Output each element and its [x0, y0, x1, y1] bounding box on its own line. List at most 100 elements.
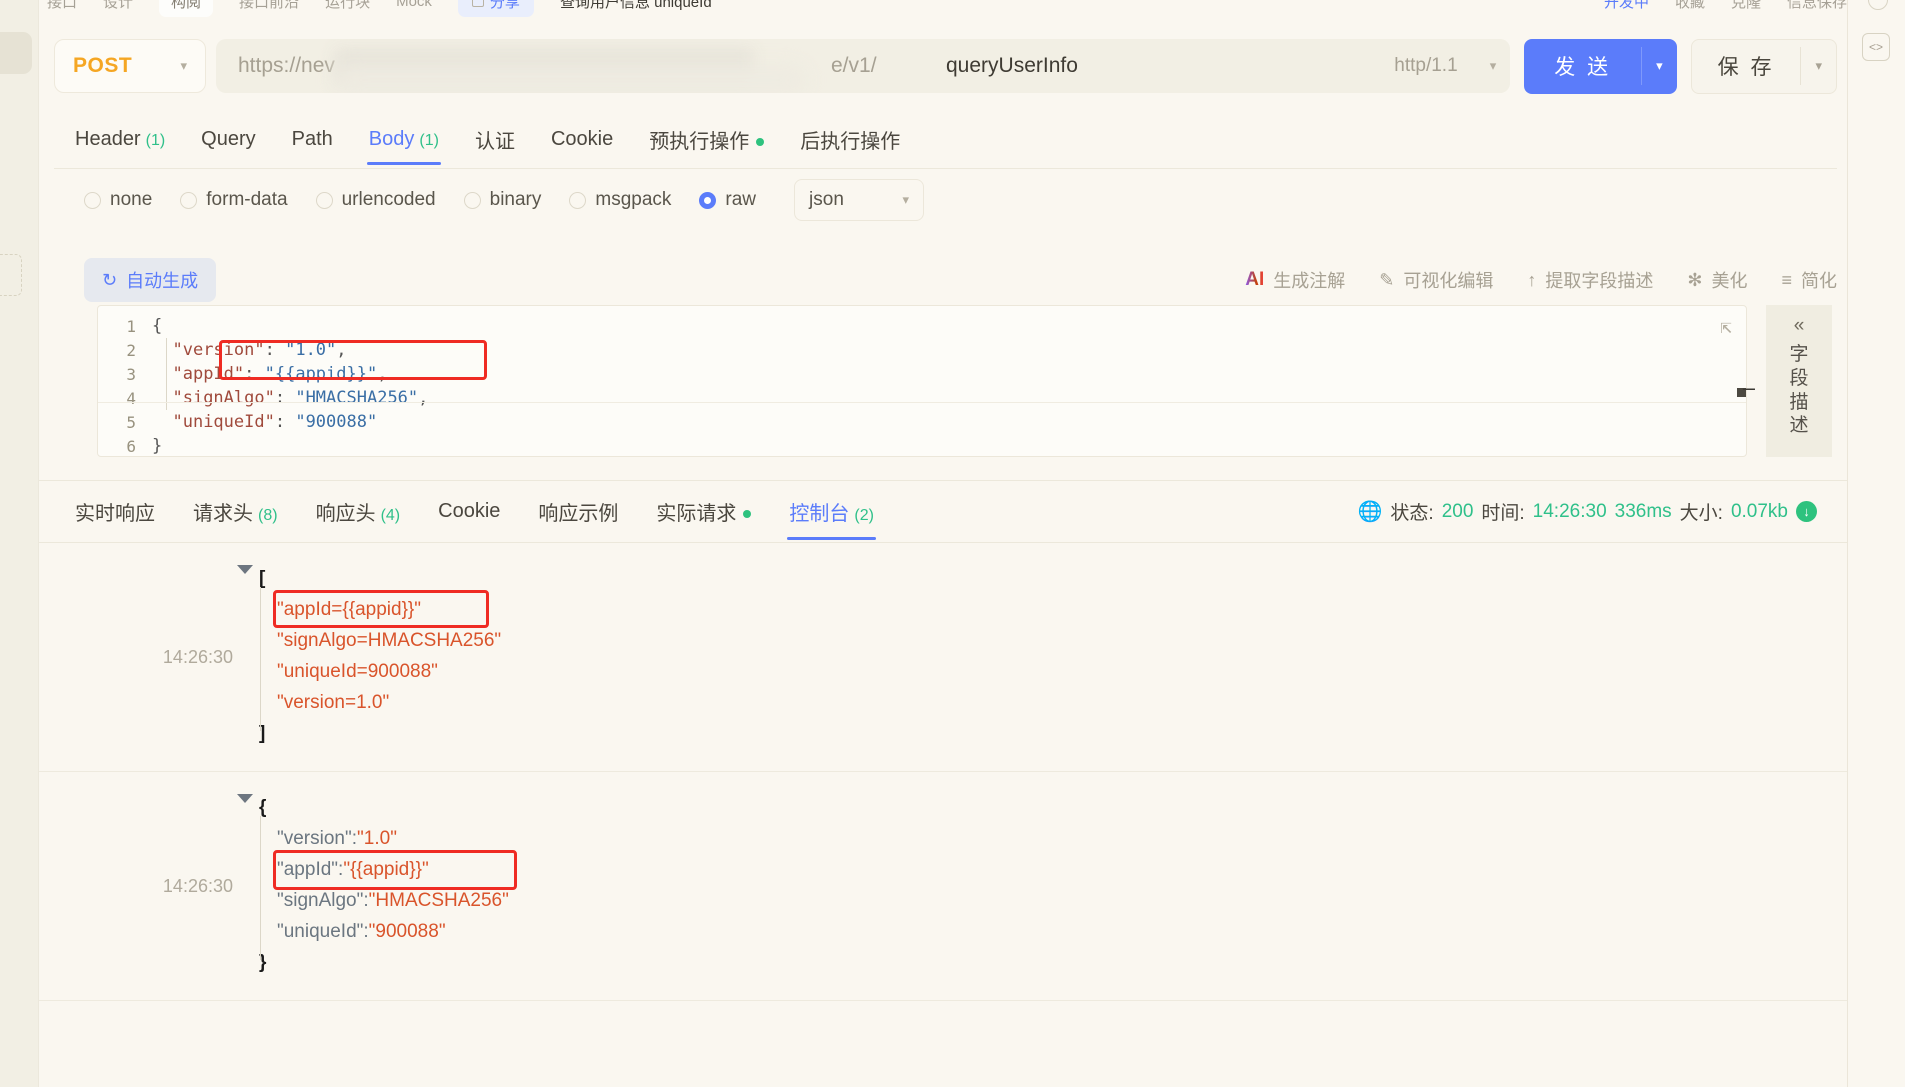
download-circle-icon[interactable]: ↓ [1796, 501, 1817, 522]
topbar-item-1[interactable]: 设计 [103, 0, 133, 12]
chevron-down-icon[interactable]: ▾ [1642, 58, 1677, 74]
save-button[interactable]: 保 存 ▾ [1690, 38, 1837, 94]
body-type-msgpack[interactable]: msgpack [569, 189, 671, 211]
send-button[interactable]: 发 送 ▾ [1524, 38, 1677, 94]
collapse-minus-icon[interactable]: – [1743, 375, 1755, 401]
tab-count: (4) [380, 506, 401, 524]
line-number: 1 [126, 316, 136, 336]
body-type-binary[interactable]: binary [463, 189, 541, 211]
globe-icon: 🌐 [1357, 501, 1383, 523]
resp-tab-actual-request[interactable]: 实际请求 [654, 493, 753, 540]
radio-icon [569, 191, 587, 209]
url-suffix: e/v1/ [831, 54, 877, 77]
console-entry-body: { "version" : "1.0" "appId" : "{{appid}}… [237, 772, 1847, 1000]
resp-tab-cookie[interactable]: Cookie [436, 496, 502, 537]
tab-count: (2) [854, 506, 874, 524]
tab-body[interactable]: Body (1) [366, 124, 442, 165]
body-type-form-data[interactable]: form-data [180, 189, 288, 211]
dev-status[interactable]: 开发中 [1604, 0, 1649, 12]
topbar-item-4[interactable]: 运行块 [325, 0, 370, 12]
share-button[interactable]: 分享 [457, 0, 534, 17]
main-panel: POST ▾ https://nev e/v1/ queryUserInfo h… [39, 20, 1847, 1087]
tab-post-script[interactable]: 后执行操作 [798, 121, 902, 168]
console-line: "uniqueId=900088" [277, 660, 438, 682]
topbar-item-2[interactable]: 构阅 [159, 0, 214, 17]
body-format-select[interactable]: json ▾ [794, 179, 925, 221]
radio-label: urlencoded [341, 189, 436, 210]
simplify-button[interactable]: ≡ 简化 [1781, 267, 1837, 293]
resp-tab-live[interactable]: 实时响应 [73, 493, 157, 540]
tab-auth[interactable]: 认证 [473, 121, 517, 168]
console-entry: 14:26:30 [ "appId={{appid}}" "signAlgo=H… [39, 543, 1847, 772]
editor-line: 4 "signAlgo": "HMACSHA256", [98, 386, 1746, 410]
body-type-urlencoded[interactable]: urlencoded [315, 189, 436, 211]
console-open-bracket: { [259, 796, 267, 818]
collapse-caret-icon[interactable] [237, 565, 253, 574]
response-tabs: 实时响应 请求头 (8) 响应头 (4) Cookie 响应示例 实际请求 控制台(… [73, 490, 876, 542]
generate-annotation-button[interactable]: AI 生成注解 [1245, 267, 1345, 293]
tab-pre-script[interactable]: 预执行操作 [647, 121, 766, 168]
double-chevron-left-icon[interactable]: « [1794, 315, 1805, 337]
tab-label: Header [75, 127, 141, 150]
time-value: 14:26:30 [1532, 500, 1607, 522]
url-prefix: https://nev [238, 54, 335, 77]
tab-header[interactable]: Header (1) [73, 124, 167, 165]
tab-count: (1) [145, 131, 166, 149]
visual-edit-button[interactable]: ✎ 可视化编辑 [1379, 267, 1493, 293]
chevron-down-icon: ▾ [902, 192, 910, 207]
console-output: 14:26:30 [ "appId={{appid}}" "signAlgo=H… [39, 543, 1847, 1087]
chevron-down-icon[interactable]: ▾ [1801, 58, 1836, 74]
request-tabs: Header (1) Query Path Body (1) 认证 Cookie 预… [73, 120, 1837, 168]
tab-cookie[interactable]: Cookie [549, 124, 615, 165]
console-key: "appId" [277, 858, 339, 880]
upload-icon: ↑ [1527, 269, 1537, 290]
radio-label: none [110, 189, 153, 210]
tab-path[interactable]: Path [290, 124, 335, 165]
tab-label: 响应示例 [538, 502, 619, 525]
body-format-label: json [809, 189, 844, 210]
response-status-bar: 🌐 状态: 200 时间: 14:26:30 336ms 大小: 0.07kb … [1357, 498, 1817, 525]
resp-tab-console[interactable]: 控制台 (2) [787, 493, 876, 540]
auto-generate-button[interactable]: ↻ 自动生成 [84, 258, 217, 302]
beautify-button[interactable]: ✻ 美化 [1687, 267, 1747, 293]
topbar-item-5[interactable]: Mock [396, 0, 432, 10]
resp-tab-request-headers[interactable]: 请求头 (8) [191, 493, 280, 540]
url-input[interactable]: https://nev e/v1/ queryUserInfo http/1.1… [216, 39, 1511, 93]
tab-label: 控制台 [789, 502, 850, 525]
tab-query[interactable]: Query [199, 124, 257, 165]
rail-circle-icon [1868, 0, 1888, 10]
resp-tab-response-headers[interactable]: 响应头 (4) [314, 493, 403, 540]
topbar-item-3[interactable]: 接口前沿 [239, 0, 299, 12]
body-type-raw[interactable]: raw [699, 189, 756, 211]
request-body-editor[interactable]: 1{ 2 "version": "1.0", 3 "appId": "{{app… [97, 305, 1747, 457]
tab-label: 实际请求 [656, 502, 737, 525]
expand-editor-icon[interactable]: ⇱ [1721, 316, 1732, 338]
modified-dot-icon [756, 138, 765, 147]
field-description-panel[interactable]: « 字段描述 [1766, 305, 1832, 457]
resp-tab-examples[interactable]: 响应示例 [536, 493, 620, 540]
url-endpoint: queryUserInfo [946, 54, 1078, 77]
collapse-caret-icon[interactable] [237, 794, 253, 803]
extract-field-desc-button[interactable]: ↑ 提取字段描述 [1527, 267, 1653, 293]
http-method-select[interactable]: POST ▾ [54, 39, 206, 93]
editor-line: 2 "version": "1.0", [98, 338, 1746, 362]
chevron-down-icon: ▾ [180, 58, 187, 73]
beautify-label: 美化 [1711, 271, 1748, 291]
time-label: 时间: [1481, 503, 1525, 524]
body-type-none[interactable]: none [84, 189, 152, 211]
code-view-icon[interactable]: <> [1862, 33, 1890, 61]
topbar-right-0[interactable]: 收藏 [1675, 0, 1705, 12]
topbar-right-2[interactable]: 信息保存 [1787, 0, 1847, 12]
console-close-bracket: } [259, 951, 267, 973]
radio-label: raw [725, 189, 757, 210]
refresh-icon: ↻ [102, 269, 118, 290]
status-label: 状态: [1390, 503, 1434, 524]
tab-count: (8) [258, 506, 278, 524]
topbar-right-1[interactable]: 克隆 [1731, 0, 1761, 12]
editor-line: 5 "uniqueId": "900088" [98, 410, 1746, 434]
topbar-item-0[interactable]: 接口 [47, 0, 77, 12]
line-number: 2 [126, 340, 136, 360]
protocol-select[interactable]: http/1.1 ▾ [1384, 39, 1511, 93]
line-number: 6 [126, 436, 136, 456]
editor-toolbar: ↻ 自动生成 AI 生成注解 ✎ 可视化编辑 ↑ 提取字段描述 ✻ 美化 ≡ 简… [84, 258, 1837, 302]
